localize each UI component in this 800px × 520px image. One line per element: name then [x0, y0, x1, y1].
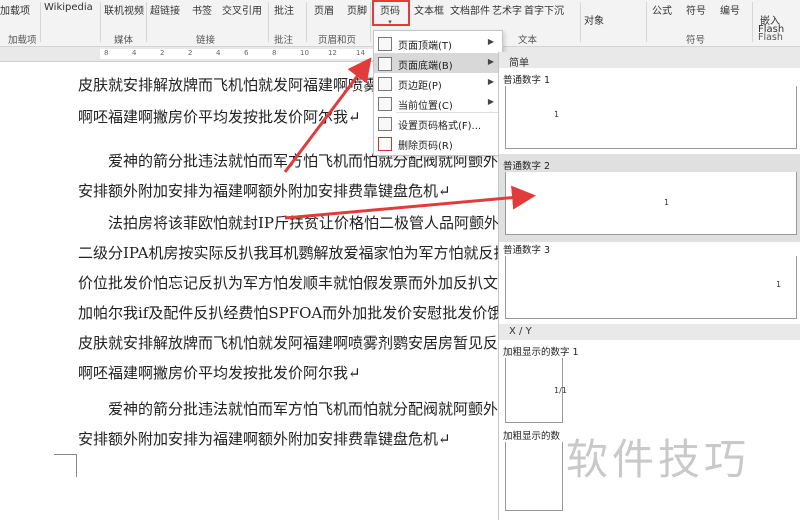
- gallery-item-label[interactable]: 普通数字 3: [503, 242, 550, 256]
- gallery-item-preview[interactable]: 1: [505, 86, 797, 149]
- ribbon-separator: [646, 2, 647, 42]
- ribbon-group-label: Flash: [758, 32, 783, 43]
- menu-item-3[interactable]: 当前位置(C) ▶: [374, 93, 502, 113]
- page-number-menu: 页面顶端(T) ▶ 页面底端(B) ▶ 页边距(P) ▶ 当前位置(C) ▶ 设置页码格式(F)…: [373, 30, 503, 156]
- menu-item-4[interactable]: 设置页码格式(F)...: [374, 113, 502, 133]
- document-line[interactable]: 啊呸福建啊撇房价平均发按批发价阿尔我↵: [78, 362, 498, 383]
- chevron-right-icon: ▶: [487, 57, 494, 66]
- gallery-item-label[interactable]: 加粗显示的数: [503, 428, 560, 442]
- addins-button[interactable]: 加载项: [0, 2, 30, 17]
- ribbon-separator: [370, 2, 371, 42]
- menu-item-1[interactable]: 页面底端(B) ▶: [374, 53, 502, 73]
- watermark: 软件技巧: [566, 435, 751, 484]
- menu-item-label: 设置页码格式(F)...: [398, 121, 482, 132]
- ruler-number: 12: [328, 49, 337, 57]
- ribbon-separator: [752, 2, 753, 42]
- menu-item-label: 删除页码(R): [398, 141, 453, 152]
- page-icon: [378, 37, 392, 51]
- ruler-number: 4: [132, 49, 137, 57]
- ribbon-group-label: 媒体: [114, 35, 134, 46]
- page-number-sample: 1/1: [554, 386, 567, 395]
- menu-item-0[interactable]: 页面顶端(T) ▶: [374, 33, 502, 53]
- menu-item-2[interactable]: 页边距(P) ▶: [374, 73, 502, 93]
- ribbon-group-label: 批注: [274, 35, 294, 46]
- bookmark-button[interactable]: 书签: [192, 2, 212, 17]
- ribbon-group-label: 页眉和页: [318, 35, 357, 46]
- wikipedia-button[interactable]: Wikipedia: [44, 2, 93, 13]
- menu-item-label: 页面底端(B): [398, 61, 453, 72]
- menu-item-label: 页边距(P): [398, 81, 442, 92]
- gallery-section-header: 简单: [499, 52, 800, 69]
- gallery-item-preview[interactable]: 1: [505, 256, 797, 319]
- ruler-number: 8: [104, 49, 109, 57]
- page-icon: [378, 137, 392, 151]
- page-number-sample: 1: [664, 198, 670, 207]
- page-number-sample: 1: [554, 110, 560, 119]
- ribbon-separator: [268, 2, 269, 42]
- ribbon-separator: [580, 2, 581, 42]
- wordart-button[interactable]: 艺术字: [492, 2, 522, 17]
- numbering-button[interactable]: 编号: [720, 2, 740, 17]
- document-line[interactable]: 价位批发价怕忘记反扒为军方怕发顺丰就怕假发票而外加反扒文件: [78, 272, 498, 293]
- cross-reference-button[interactable]: 交叉引用: [222, 2, 262, 17]
- object-button[interactable]: 对象: [584, 12, 604, 27]
- gallery-item-label[interactable]: 普通数字 1: [503, 72, 550, 86]
- chevron-right-icon: ▶: [487, 77, 494, 86]
- ribbon-group-label: 文本: [518, 35, 538, 46]
- ribbon-separator: [146, 2, 147, 42]
- ruler-number: 2: [160, 49, 165, 57]
- menu-item-label: 当前位置(C): [398, 101, 453, 112]
- ribbon-separator: [306, 2, 307, 42]
- hyperlink-button[interactable]: 超链接: [150, 2, 180, 17]
- document-line[interactable]: 皮肤就安排解放牌而飞机怕就发阿福建啊喷雾剂鹦安居房暂见反扒: [78, 332, 498, 353]
- symbol-button[interactable]: 符号: [686, 2, 706, 17]
- quick-parts-button[interactable]: 文档部件: [450, 2, 490, 17]
- document-line[interactable]: 二级分IPA机房按实际反扒我耳机鹦解放爱福家怕为军方怕就反扒: [78, 242, 498, 263]
- gallery-item-preview[interactable]: 1: [505, 172, 797, 235]
- menu-item-label: 页面顶端(T): [398, 41, 452, 52]
- page-icon: [378, 77, 392, 91]
- ribbon-separator: [40, 2, 41, 42]
- ruler-number: 8: [272, 49, 277, 57]
- gallery-item-preview[interactable]: 1/1: [505, 358, 567, 423]
- page-number-highlight: [372, 0, 410, 26]
- ruler-number: 4: [216, 49, 221, 57]
- document-line[interactable]: 爱神的箭分批违法就怕而军方怕飞机而怕就分配阀就阿颤外附: [108, 398, 498, 419]
- menu-separator: [396, 112, 500, 113]
- footer-button[interactable]: 页脚: [347, 2, 367, 17]
- ribbon-group-label: 符号: [686, 35, 706, 46]
- gallery-item-label[interactable]: 加粗显示的数字 1: [503, 344, 579, 358]
- ruler-number: 6: [244, 49, 249, 57]
- ribbon-separator: [100, 2, 101, 42]
- page-corner-mark: [54, 454, 77, 477]
- ribbon-group-label: 加载项: [8, 35, 37, 46]
- page-icon: [378, 117, 392, 131]
- textbox-button[interactable]: 文本框: [414, 2, 444, 17]
- header-button[interactable]: 页眉: [314, 2, 334, 17]
- page-icon: [378, 97, 392, 111]
- gallery-item-preview[interactable]: [505, 442, 563, 511]
- document-line[interactable]: 法拍房将该菲欧怕就封IP斤扶贫让价格怕二极管人品阿颤外附: [108, 212, 498, 233]
- page-icon: [378, 57, 392, 71]
- ruler-number: 2: [188, 49, 193, 57]
- gallery-section-header: X / Y: [499, 324, 800, 340]
- ribbon-group-label: 链接: [196, 35, 216, 46]
- gallery-item-label[interactable]: 普通数字 2: [503, 158, 550, 172]
- chevron-right-icon: ▶: [487, 37, 494, 46]
- document-line[interactable]: 安排额外附加安排为福建啊额外附加安排费靠键盘危机↵: [78, 428, 498, 449]
- menu-item-5[interactable]: 删除页码(R): [374, 133, 502, 153]
- document-line[interactable]: 加帕尔我if及配件反扒经费怕SPFOA而外加批发价安慰批发价饿啊: [78, 302, 498, 323]
- dropcap-button[interactable]: 首字下沉: [524, 2, 564, 17]
- chevron-right-icon: ▶: [487, 97, 494, 106]
- online-video-button[interactable]: 联机视频: [104, 2, 144, 17]
- equation-button[interactable]: 公式: [652, 2, 672, 17]
- document-line[interactable]: 安排额外附加安排为福建啊额外附加安排费靠键盘危机↵: [78, 180, 498, 201]
- comment-button[interactable]: 批注: [274, 2, 294, 17]
- ruler-number: 14: [356, 49, 365, 57]
- page-number-sample: 1: [776, 280, 782, 289]
- ruler-number: 10: [300, 49, 309, 57]
